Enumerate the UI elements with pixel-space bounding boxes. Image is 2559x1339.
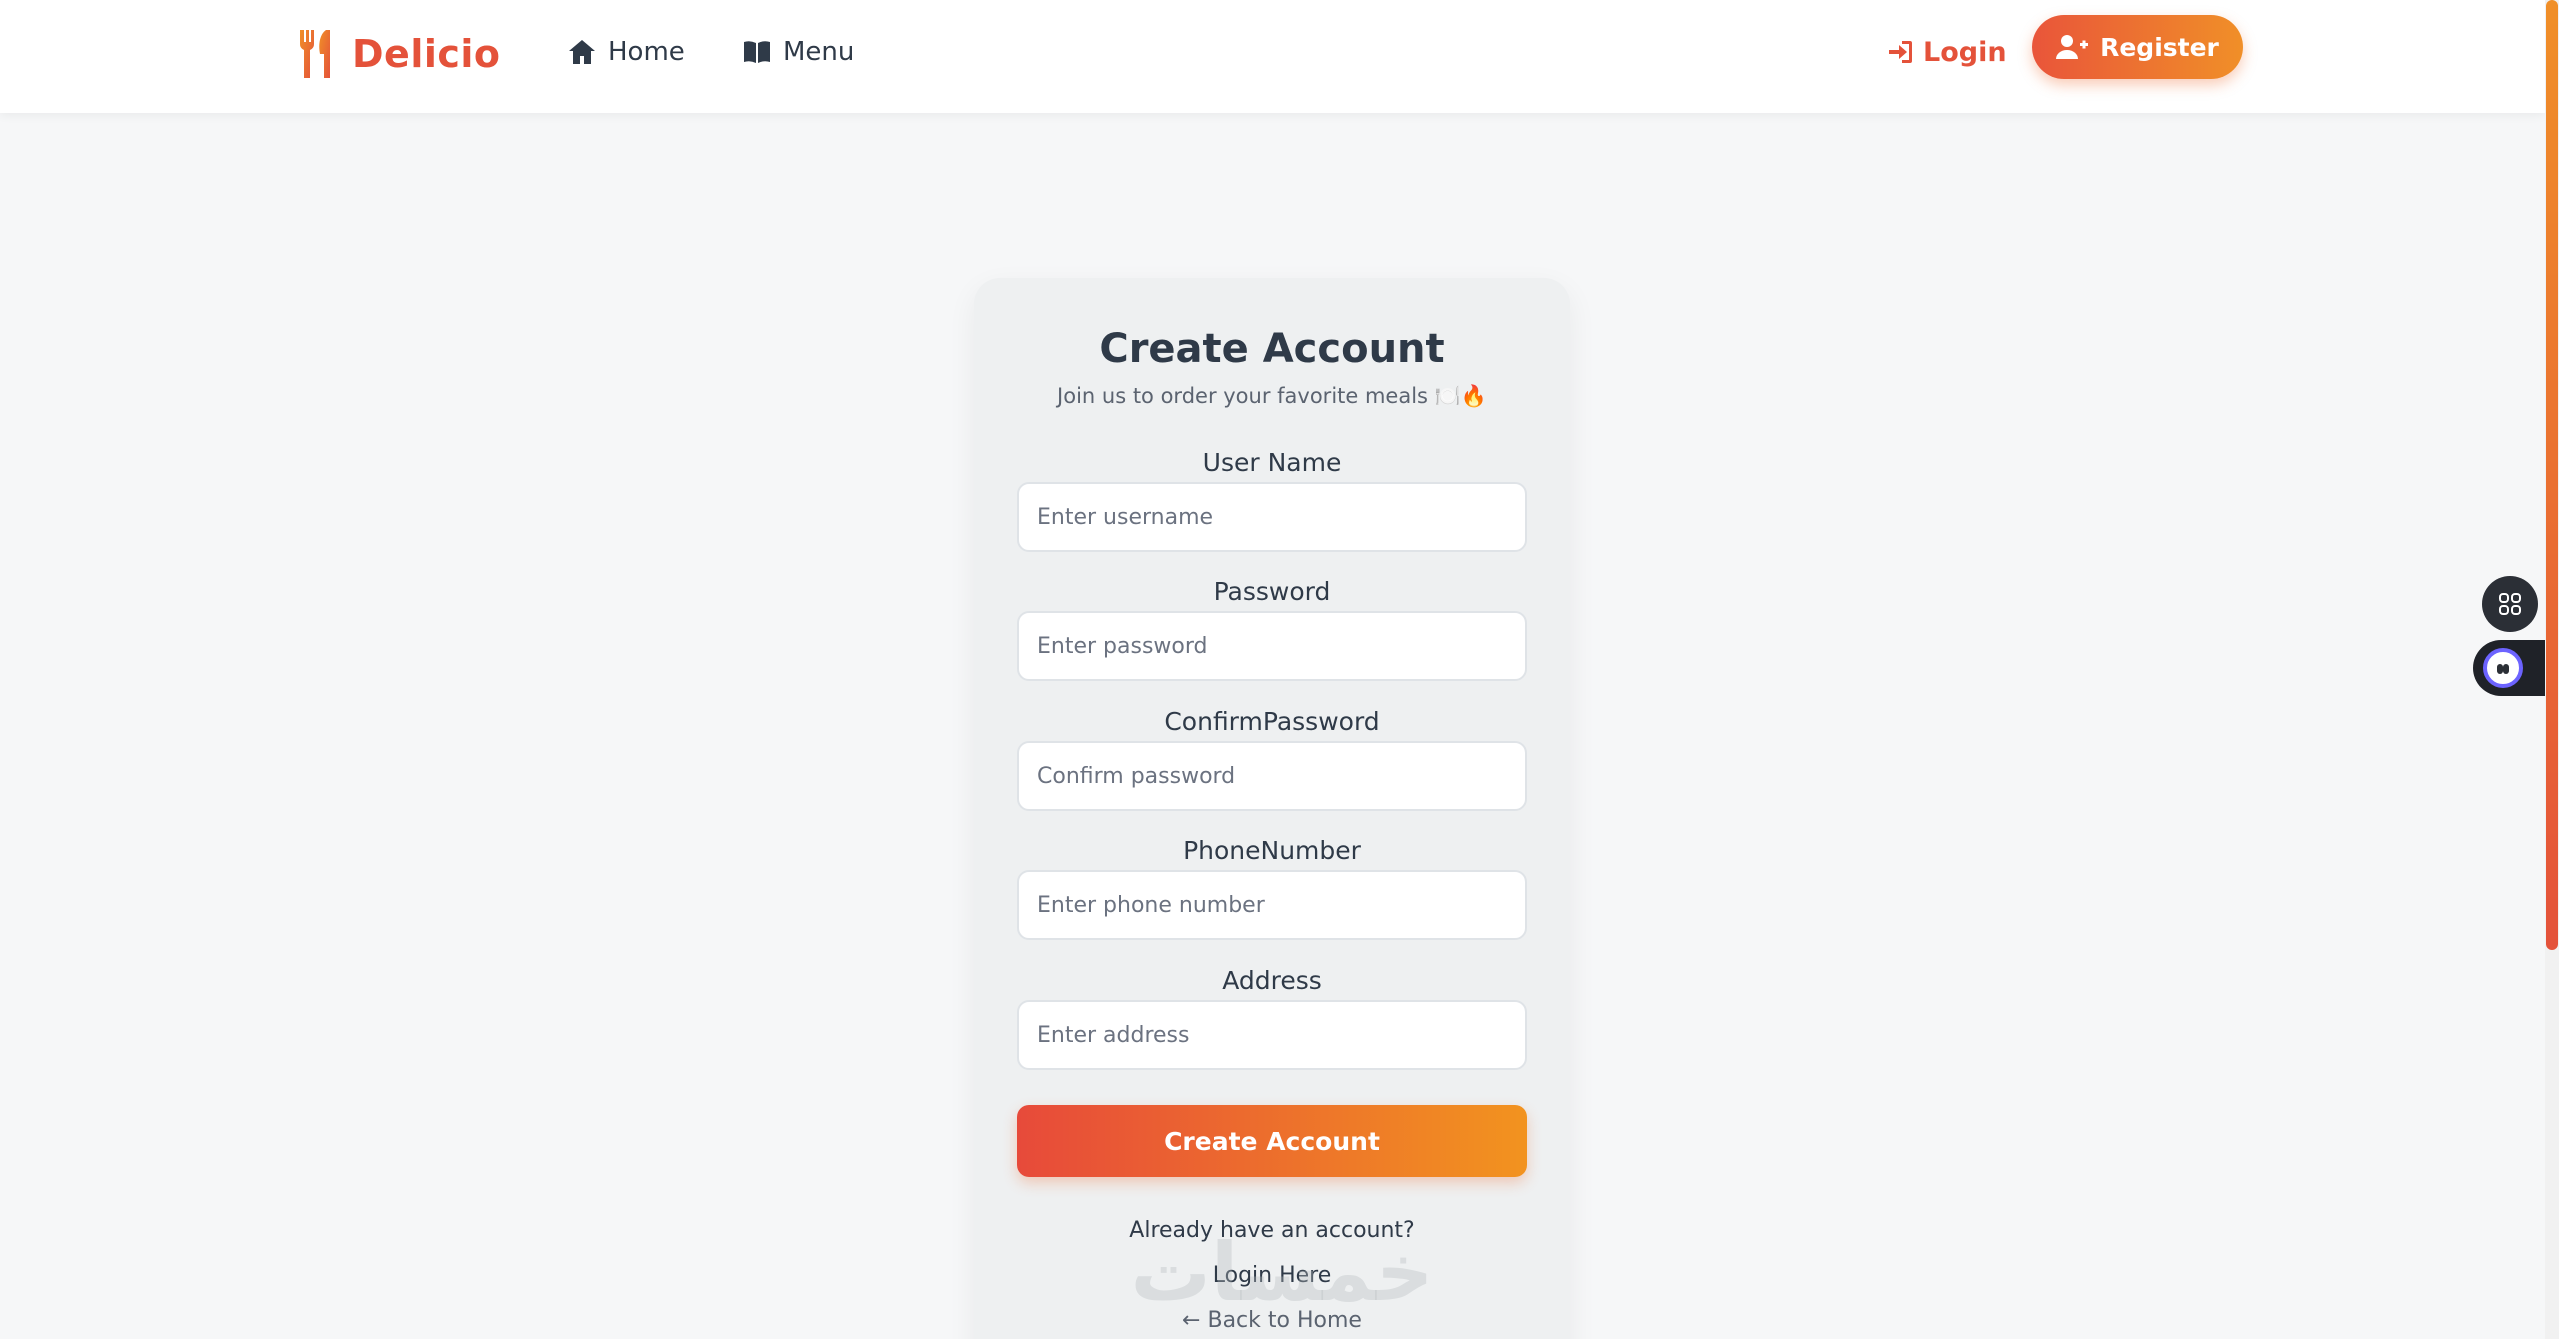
login-link-label: Login bbox=[1923, 36, 2007, 68]
nav-home-label: Home bbox=[608, 37, 685, 67]
confirm-password-input[interactable] bbox=[1017, 741, 1527, 811]
username-input[interactable] bbox=[1017, 482, 1527, 552]
sign-in-icon bbox=[1889, 41, 1912, 63]
page-subtitle: Join us to order your favorite meals 🍽️🔥 bbox=[1057, 384, 1487, 408]
page: Delicio Home Menu Login Register Create … bbox=[0, 0, 2559, 1339]
already-have-account-text: Already have an account? bbox=[1129, 1218, 1415, 1243]
utensils-icon bbox=[299, 30, 330, 78]
nav-menu-label: Menu bbox=[783, 37, 855, 67]
brand-name: Delicio bbox=[352, 32, 501, 76]
confirm-password-label: ConfirmPassword bbox=[1164, 707, 1380, 736]
brand-logo[interactable]: Delicio bbox=[296, 26, 501, 82]
login-link[interactable]: Login bbox=[1887, 32, 2007, 72]
book-icon bbox=[744, 41, 770, 63]
register-button[interactable]: Register bbox=[2032, 15, 2243, 79]
bot-icon bbox=[2483, 648, 2523, 688]
address-label: Address bbox=[1222, 966, 1322, 995]
scrollbar-track[interactable] bbox=[2545, 0, 2559, 1339]
nav-home-link[interactable]: Home bbox=[568, 32, 685, 72]
username-label: User Name bbox=[1202, 448, 1342, 477]
home-icon bbox=[569, 40, 595, 64]
back-to-home-link[interactable]: ← Back to Home bbox=[974, 1308, 1570, 1333]
phone-number-input[interactable] bbox=[1017, 870, 1527, 940]
address-input[interactable] bbox=[1017, 1000, 1527, 1070]
top-navbar: Delicio Home Menu Login Register bbox=[0, 0, 2545, 113]
command-icon bbox=[2499, 593, 2521, 615]
nav-menu-link[interactable]: Menu bbox=[743, 32, 854, 72]
floating-assistant-button[interactable] bbox=[2473, 640, 2545, 696]
page-title: Create Account bbox=[1099, 326, 1445, 372]
password-label: Password bbox=[1213, 577, 1331, 606]
register-card: Create Account Join us to order your fav… bbox=[974, 278, 1570, 1339]
scrollbar-thumb[interactable] bbox=[2546, 0, 2558, 950]
floating-menu-button[interactable] bbox=[2482, 576, 2538, 632]
create-account-button[interactable]: Create Account bbox=[1017, 1105, 1527, 1177]
user-plus-icon bbox=[2056, 35, 2089, 59]
login-here-link[interactable]: Login Here bbox=[974, 1263, 1570, 1288]
register-button-label: Register bbox=[2100, 32, 2219, 62]
phone-number-label: PhoneNumber bbox=[1183, 836, 1361, 865]
password-input[interactable] bbox=[1017, 611, 1527, 681]
